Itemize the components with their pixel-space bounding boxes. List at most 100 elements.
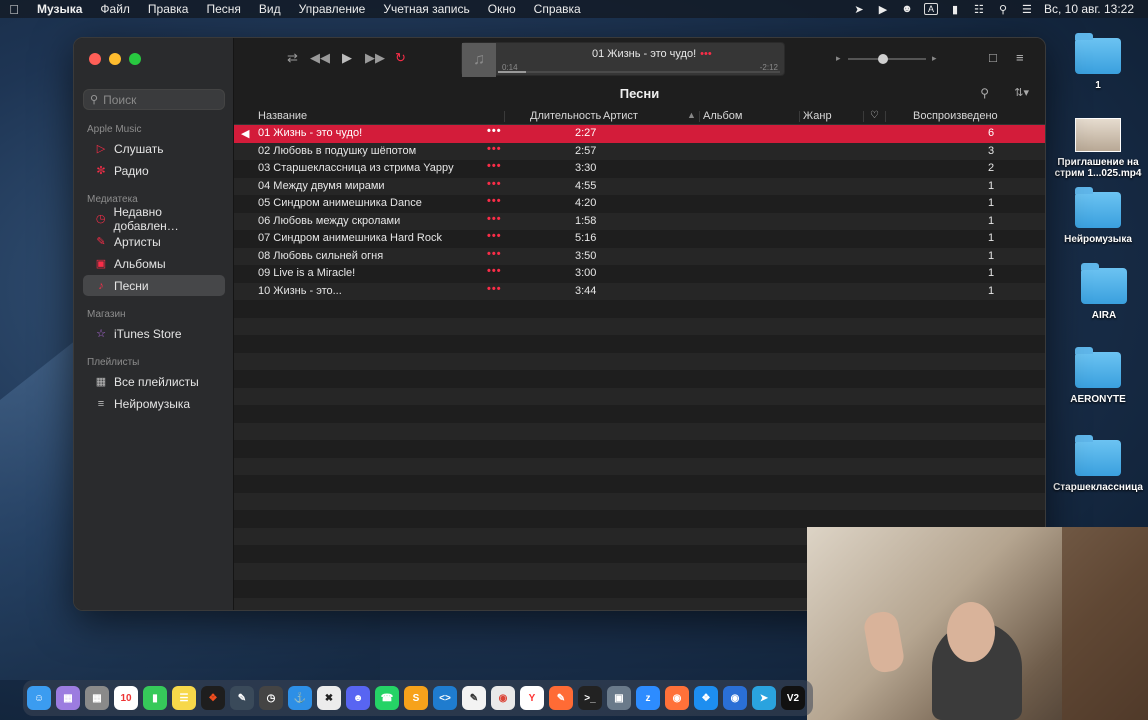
launchpad-icon[interactable]: ▦ [56, 686, 80, 710]
vpn-app-icon[interactable]: ◉ [723, 686, 747, 710]
desktop-folder-1[interactable]: 1 [1050, 33, 1146, 91]
more-options-icon[interactable]: ••• [487, 213, 502, 225]
clock[interactable]: Вс, 10 авг. 13:22 [1044, 2, 1134, 16]
spotlight-search-icon[interactable]: ⚲ [996, 3, 1010, 16]
column-divider[interactable] [863, 111, 864, 122]
table-row[interactable]: 02 Любовь в подушку шёпотом ••• 2:57 3 [234, 142, 1045, 160]
menu-help[interactable]: Справка [525, 2, 590, 16]
sidebar-item-playlist-neuromusic[interactable]: ≡ Нейромузыка [83, 393, 225, 414]
playback-progress-bar[interactable] [498, 71, 780, 73]
menu-account[interactable]: Учетная запись [374, 2, 478, 16]
more-options-icon[interactable]: ••• [487, 265, 502, 277]
terminal-icon[interactable]: >_ [578, 686, 602, 710]
control-center-icon[interactable]: ☰ [1020, 3, 1034, 16]
previous-track-icon[interactable]: ◀◀ [310, 50, 330, 66]
chrome-icon[interactable]: ◉ [491, 686, 515, 710]
sidebar-item-recently-added[interactable]: ◷ Недавно добавлен… [83, 205, 225, 233]
keyboard-input-icon[interactable]: A [923, 3, 938, 15]
column-header-album[interactable]: Альбом [703, 110, 742, 122]
desktop-folder-highschool[interactable]: Старшеклассница [1050, 435, 1146, 493]
menu-window[interactable]: Окно [479, 2, 525, 16]
v2-app-icon[interactable]: V2 [781, 686, 805, 710]
battery-icon[interactable]: ▮ [948, 3, 962, 16]
desktop-folder-neuromusic[interactable]: Нейромузыка [1050, 187, 1146, 245]
menu-view[interactable]: Вид [250, 2, 290, 16]
desktop-folder-aira[interactable]: AIRA [1056, 263, 1148, 321]
more-options-icon[interactable]: ••• [487, 283, 502, 295]
column-header-duration[interactable]: Длительность [530, 110, 601, 122]
notes-icon[interactable]: ☰ [172, 686, 196, 710]
table-row[interactable]: 08 Любовь сильней огня ••• 3:50 1 [234, 247, 1045, 265]
user-circle-icon[interactable]: ☻ [900, 3, 914, 15]
table-row[interactable]: 05 Синдром анимешника Dance ••• 4:20 1 [234, 195, 1045, 213]
capcut-icon[interactable]: ✖ [317, 686, 341, 710]
figma-icon[interactable]: ❖ [201, 686, 225, 710]
more-options-icon[interactable]: ••• [487, 195, 502, 207]
lyrics-icon[interactable]: □ [989, 50, 997, 65]
sidebar-item-artists[interactable]: ✎ Артисты [83, 231, 225, 252]
sidebar-item-albums[interactable]: ▣ Альбомы [83, 253, 225, 274]
more-options-icon[interactable]: ••• [487, 143, 502, 155]
yandex-browser-icon[interactable]: Y [520, 686, 544, 710]
apple-menu-icon[interactable]:  [0, 2, 28, 17]
queue-list-icon[interactable]: ≡ [1016, 50, 1024, 65]
menu-app-music[interactable]: Музыка [28, 2, 91, 16]
desktop-folder-aeronyte[interactable]: AERONYTE [1050, 347, 1146, 405]
more-options-icon[interactable]: ••• [487, 125, 502, 137]
repeat-icon[interactable]: ↻ [395, 50, 406, 66]
docker-icon[interactable]: ⚓ [288, 686, 312, 710]
sidebar-search[interactable]: ⚲ [83, 89, 225, 110]
sidebar-item-radio[interactable]: ✼ Радио [83, 160, 225, 181]
close-window-button[interactable] [89, 53, 101, 65]
calendar-icon[interactable]: 10 [114, 686, 138, 710]
volume-slider[interactable] [848, 54, 926, 64]
play-icon[interactable]: ▶ [342, 50, 352, 66]
table-row[interactable]: ◀ 01 Жизнь - это чудо! ••• 2:27 6 [234, 125, 1045, 143]
column-divider[interactable] [504, 111, 505, 122]
now-playing-display[interactable]: ♫ 01 Жизнь - это чудо! ••• 0:14 -2:12 [461, 42, 785, 77]
zoom-window-button[interactable] [129, 53, 141, 65]
column-header-name[interactable]: Название [258, 110, 307, 122]
column-header-artist[interactable]: Артист [603, 110, 638, 122]
search-input[interactable] [103, 92, 214, 107]
sublime-text-icon[interactable]: S [404, 686, 428, 710]
column-header-plays[interactable]: Воспроизведено [913, 110, 998, 122]
textedit-icon[interactable]: ✎ [462, 686, 486, 710]
favorite-heart-icon[interactable]: ♡ [870, 110, 879, 121]
play-circle-icon[interactable]: ▶ [876, 3, 890, 16]
menu-song[interactable]: Песня [197, 2, 249, 16]
numbers-icon[interactable]: ▮ [143, 686, 167, 710]
table-row[interactable]: 06 Любовь между скролами ••• 1:58 1 [234, 212, 1045, 230]
column-header-genre[interactable]: Жанр [803, 110, 832, 122]
volume-knob[interactable] [878, 54, 889, 64]
calculator-icon[interactable]: ▦ [85, 686, 109, 710]
table-row[interactable]: 09 Live is a Miracle! ••• 3:00 1 [234, 265, 1045, 283]
column-divider[interactable] [885, 111, 886, 122]
safari-icon[interactable]: ❖ [694, 686, 718, 710]
table-row[interactable]: 04 Между двумя мирами ••• 4:55 1 [234, 177, 1045, 195]
table-row[interactable]: 07 Синдром анимешника Hard Rock ••• 5:16 1 [234, 230, 1045, 248]
shuffle-icon[interactable]: ⇄ [287, 50, 298, 66]
sidebar-item-itunes-store[interactable]: ☆ iTunes Store [83, 323, 225, 344]
search-icon[interactable]: ⚲ [980, 86, 989, 100]
more-options-icon[interactable]: ••• [487, 248, 502, 260]
table-row[interactable]: 10 Жизнь - это... ••• 3:44 1 [234, 282, 1045, 300]
firefox-icon[interactable]: ◉ [665, 686, 689, 710]
whatsapp-icon[interactable]: ☎ [375, 686, 399, 710]
sort-icon[interactable]: ⇅▾ [1014, 86, 1029, 99]
telegram-icon[interactable]: ➤ [752, 686, 776, 710]
table-row[interactable]: 03 Старшеклассница из стрима Yappy ••• 3:3… [234, 160, 1045, 178]
vscode-icon[interactable]: <> [433, 686, 457, 710]
menu-controls[interactable]: Управление [290, 2, 375, 16]
sidebar-item-songs[interactable]: ♪ Песни [83, 275, 225, 296]
more-options-icon[interactable]: ••• [487, 160, 502, 172]
menu-file[interactable]: Файл [91, 2, 139, 16]
menu-edit[interactable]: Правка [139, 2, 198, 16]
next-track-icon[interactable]: ▶▶ [365, 50, 385, 66]
system-info-icon[interactable]: ▣ [607, 686, 631, 710]
more-options-icon[interactable]: ••• [700, 48, 712, 60]
pen-app-icon[interactable]: ✎ [549, 686, 573, 710]
script-editor-icon[interactable]: ✎ [230, 686, 254, 710]
more-options-icon[interactable]: ••• [487, 230, 502, 242]
activity-monitor-icon[interactable]: ◷ [259, 686, 283, 710]
